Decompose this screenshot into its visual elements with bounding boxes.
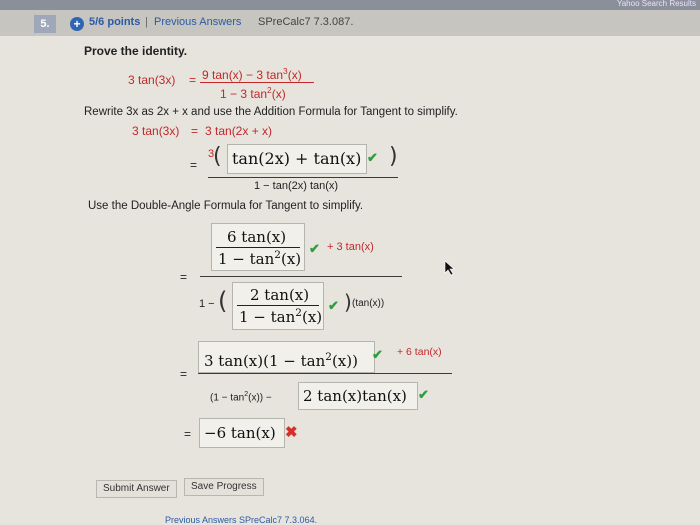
points-label: 5/6 points: [89, 16, 141, 28]
step4-equals: =: [184, 427, 192, 441]
step1-denominator: 1 − tan(2x) tan(x): [254, 180, 339, 192]
step3-num-tail: + 6 tan(x): [397, 346, 442, 358]
step1-line1-left: 3 tan(3x): [132, 124, 180, 138]
identity-fraction-bar: [200, 82, 314, 83]
step2-term2-tail: (tan(x)): [352, 298, 385, 309]
identity-denominator: 1 − 3 tan2(x): [220, 85, 286, 101]
double-angle-box-2[interactable]: 2 tan(x) 1 − tan2(x): [232, 282, 324, 330]
identity-numerator: 9 tan(x) − 3 tan3(x): [202, 66, 302, 82]
step3-den-left: (1 − tan2(x)) −: [210, 391, 272, 404]
step2-instruction: Use the Double-Angle Formula for Tangent…: [88, 200, 364, 212]
correct-check-icon: ✔: [372, 347, 383, 362]
addition-formula-answer-box[interactable]: tan(2x) + tan(x): [227, 144, 367, 174]
next-question-header[interactable]: Previous Answers SPreCalc7 7.3.064.: [165, 515, 317, 525]
identity-equals: =: [189, 73, 197, 87]
browser-tab-title: Yahoo Search Results: [616, 0, 696, 8]
correct-check-icon: ✔: [328, 298, 339, 313]
save-progress-button[interactable]: Save Progress: [184, 478, 264, 496]
close-paren: ): [389, 144, 398, 169]
box1-fraction-bar: [216, 247, 300, 248]
box1-denominator: 1 − tan2(x): [218, 249, 302, 268]
question-number: 5.: [34, 15, 56, 33]
step2-den-prefix: 1 −: [199, 298, 215, 310]
step3-equals: =: [180, 367, 188, 381]
identity-left: 3 tan(3x): [128, 73, 176, 87]
step3-fraction-bar: [198, 373, 452, 374]
step1-line1-equals: =: [191, 124, 199, 138]
step2-equals: =: [180, 270, 188, 284]
box2-fraction-bar: [237, 305, 319, 306]
box1-numerator: 6 tan(x): [227, 228, 287, 246]
header-separator: |: [145, 16, 148, 28]
step3-denominator-box[interactable]: 2 tan(x)tan(x): [298, 382, 418, 410]
correct-check-icon: ✔: [367, 150, 378, 165]
step1-line2-equals: =: [190, 158, 198, 172]
correct-check-icon: ✔: [309, 241, 320, 256]
prompt: Prove the identity.: [84, 44, 188, 58]
submit-answer-button[interactable]: Submit Answer: [96, 480, 177, 498]
final-answer-box[interactable]: −6 tan(x): [199, 418, 285, 448]
problem-source: SPreCalc7 7.3.087.: [258, 16, 354, 28]
step1-instruction: Rewrite 3x as 2x + x and use the Additio…: [84, 106, 458, 118]
box2-denominator: 1 − tan2(x): [239, 307, 323, 326]
expand-plus-icon[interactable]: +: [70, 17, 84, 31]
step1-line1-right: 3 tan(2x + x): [205, 124, 273, 138]
step3-numerator-box[interactable]: 3 tan(x)(1 − tan2(x)): [198, 341, 375, 373]
incorrect-x-icon: ✖: [285, 424, 298, 441]
previous-answers-link[interactable]: Previous Answers: [154, 16, 241, 28]
step1-fraction-bar: [208, 177, 398, 178]
browser-top-strip: Yahoo Search Results: [0, 0, 700, 10]
open-paren: (: [218, 287, 228, 315]
correct-check-icon: ✔: [418, 387, 429, 402]
mouse-cursor-icon: [444, 260, 455, 276]
close-paren: ): [344, 290, 352, 314]
double-angle-box-1[interactable]: 6 tan(x) 1 − tan2(x): [211, 223, 305, 271]
step2-fraction-bar: [200, 276, 402, 277]
step2-term1-tail: + 3 tan(x): [327, 241, 374, 253]
box2-numerator: 2 tan(x): [250, 286, 310, 304]
open-paren: (: [213, 144, 222, 169]
